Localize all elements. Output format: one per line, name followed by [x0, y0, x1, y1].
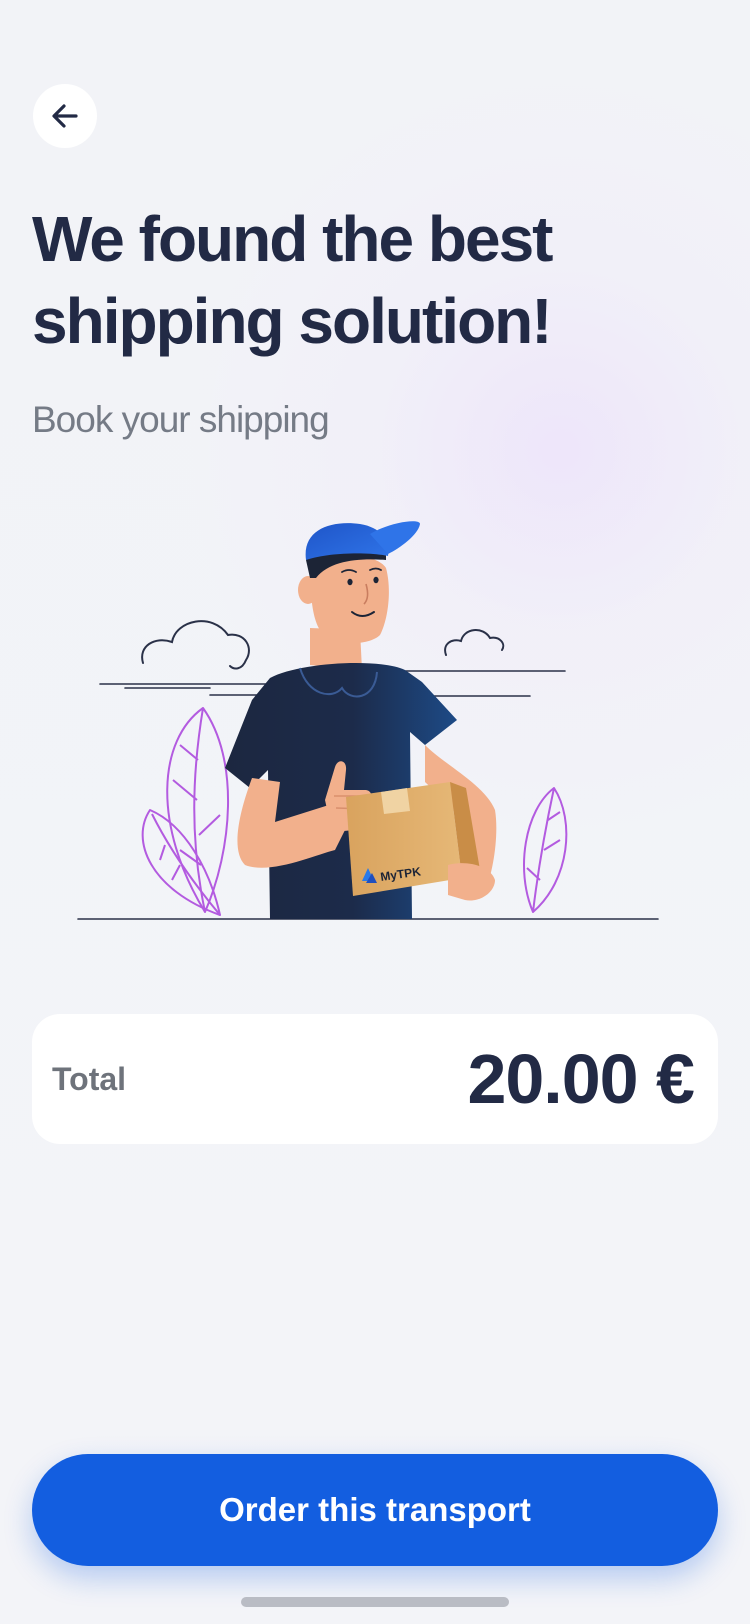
total-card: Total 20.00 € — [32, 1014, 718, 1144]
arrow-left-icon — [52, 104, 78, 128]
head — [298, 521, 420, 644]
home-indicator — [241, 1597, 509, 1607]
leaves-left-icon — [141, 707, 230, 916]
leaves-right-icon — [523, 787, 568, 913]
page-title: We found the best shipping solution! — [32, 203, 553, 357]
total-amount: 20.00 € — [467, 1040, 695, 1118]
cloud-right-icon — [444, 629, 505, 656]
order-transport-button[interactable]: Order this transport — [32, 1454, 718, 1566]
delivery-man-illustration: MyTPK — [77, 521, 659, 920]
page-subtitle: Book your shipping — [32, 399, 330, 440]
cloud-left-icon — [141, 620, 250, 670]
screen: We found the best shipping solution! Boo… — [0, 0, 750, 1624]
back-button[interactable] — [33, 84, 97, 148]
total-label: Total — [52, 1060, 127, 1097]
